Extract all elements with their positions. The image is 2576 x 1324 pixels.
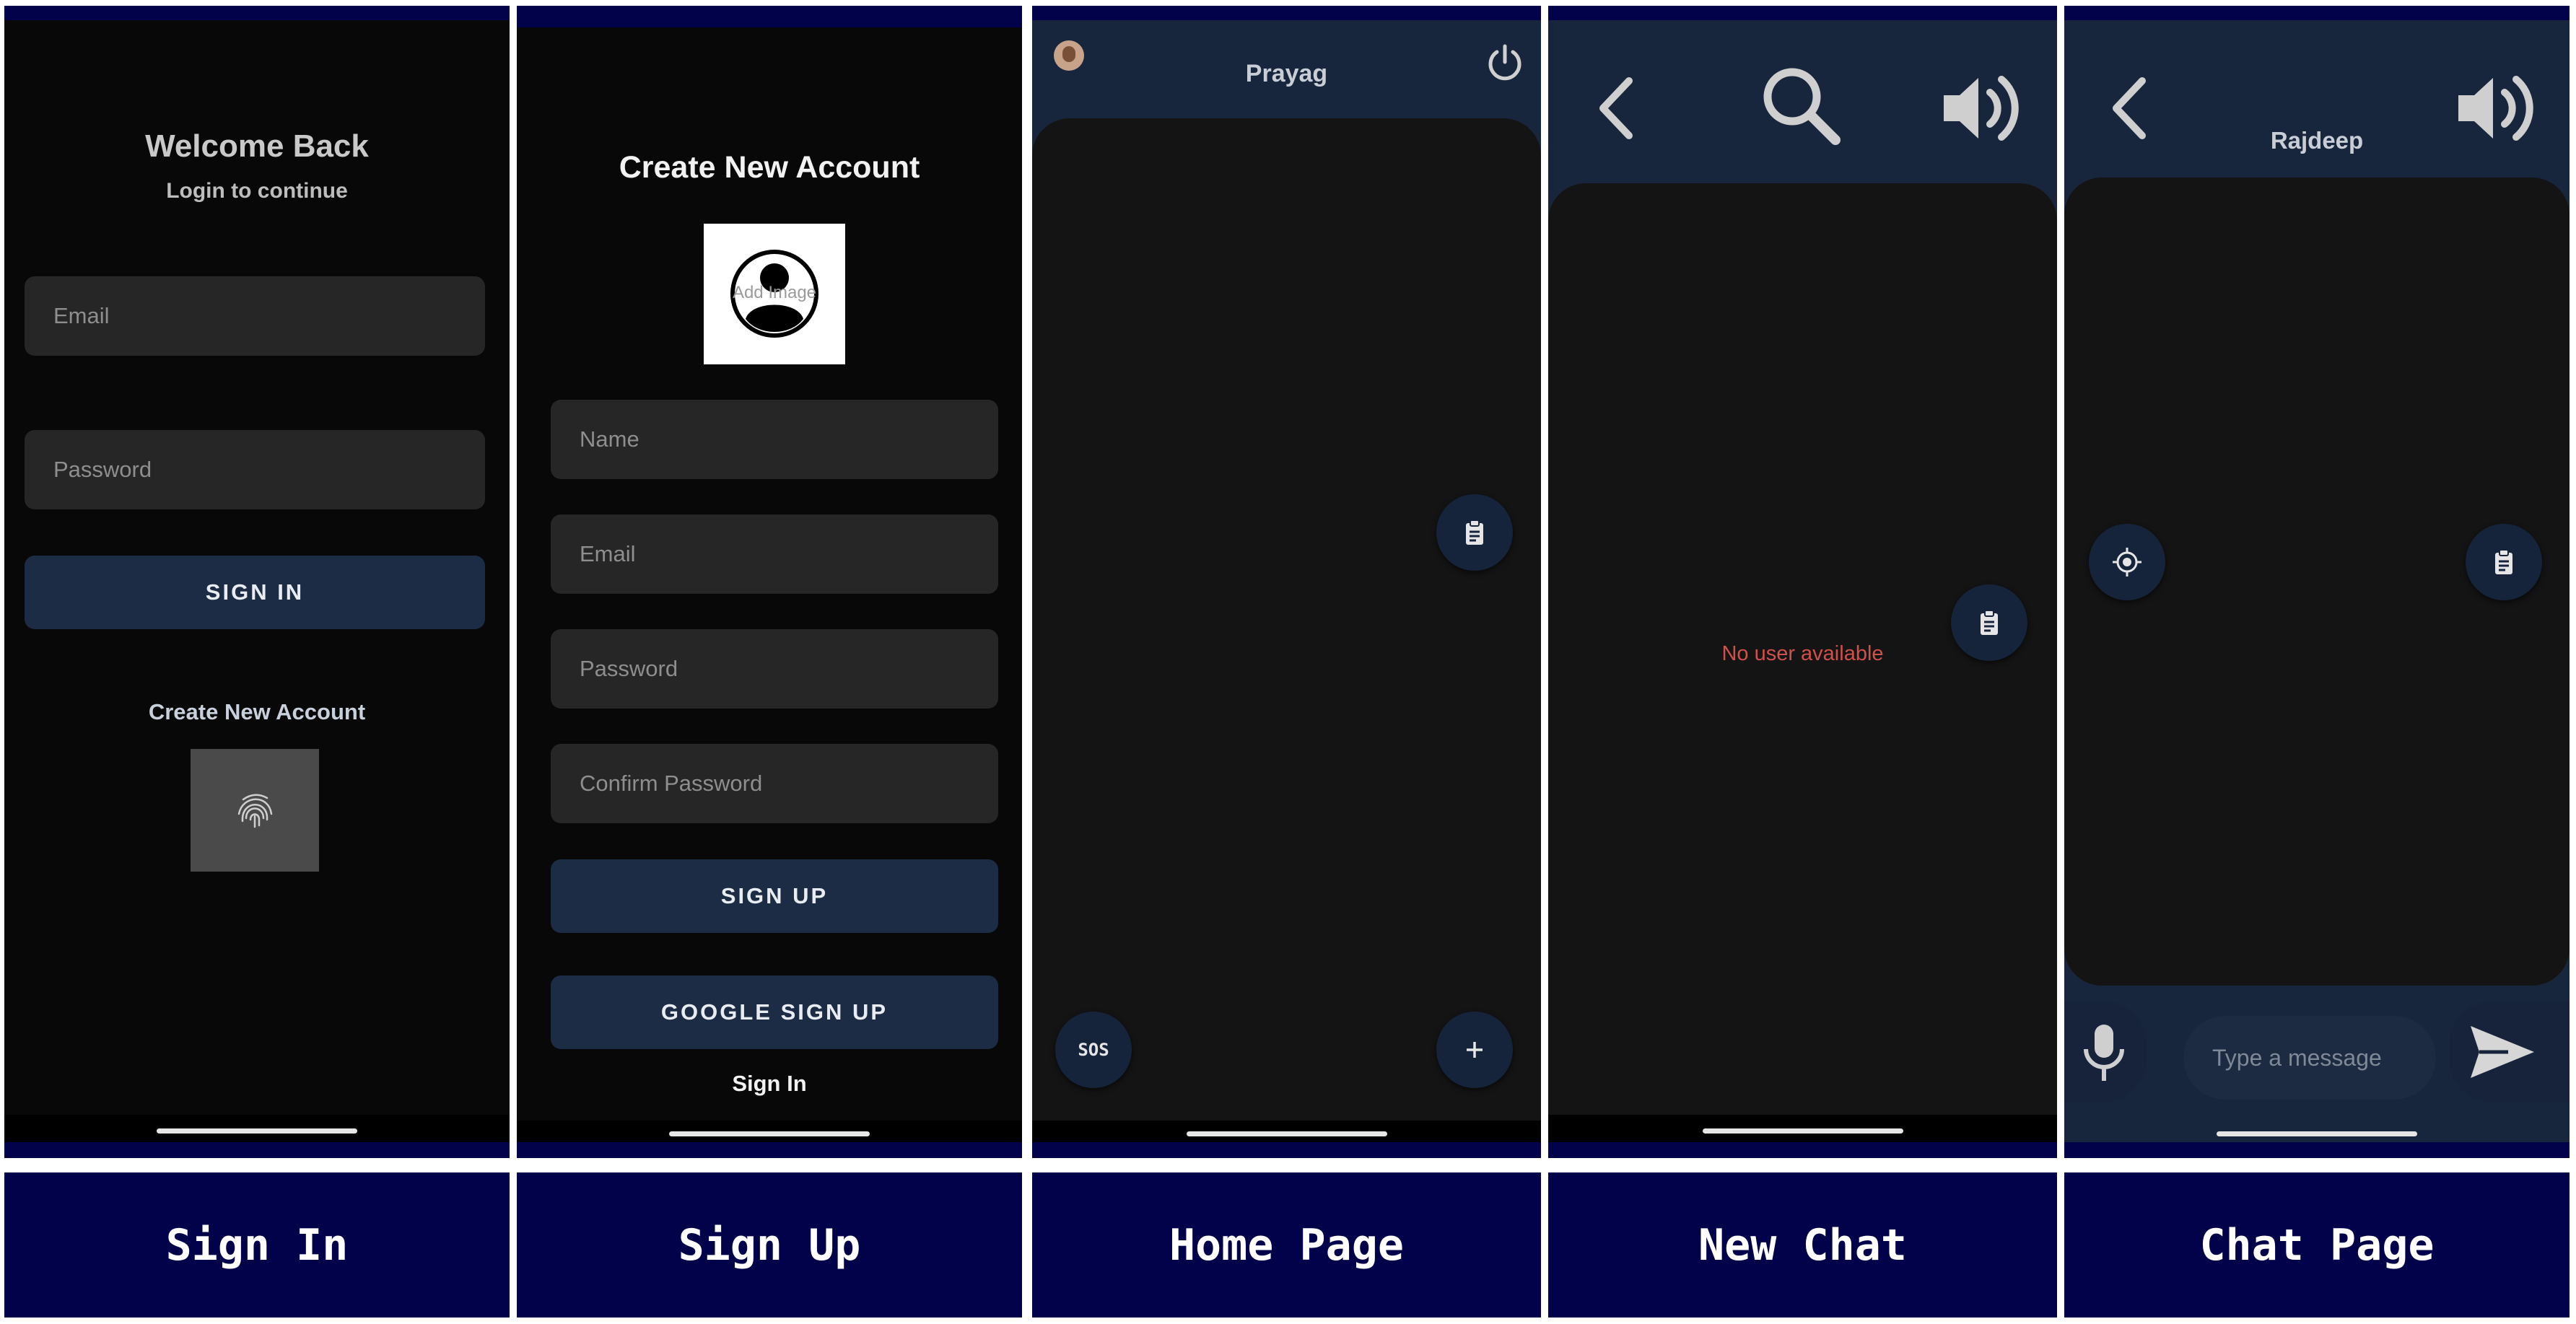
back-icon[interactable] [1592,72,1642,144]
newchat-navbar [1548,1115,2057,1142]
page-subtitle: Login to continue [166,179,348,203]
home-header: Prayag [1032,20,1541,121]
password-placeholder: Password [53,457,152,482]
home-caption: Home Page [1032,1172,1541,1318]
home-chat-list: SOS [1032,118,1541,1142]
home-indicator[interactable] [1702,1128,1903,1134]
email-placeholder: Email [53,303,110,328]
send-icon [2471,1026,2534,1078]
signin-panel: Welcome Back Login to continue Email Pas… [4,6,510,1158]
page-title: Create New Account [619,150,920,185]
sos-button[interactable]: SOS [1055,1012,1132,1088]
email-placeholder: Email [580,541,636,566]
home-panel: Prayag SOS [1032,6,1541,1158]
name-placeholder: Name [580,426,639,452]
clipboard-button[interactable] [1436,494,1513,571]
newchat-header [1548,20,2057,193]
signup-screen: Create New Account Add Image Name Email … [517,27,1022,1142]
chat-navbar [2064,1119,2570,1142]
home-username: Prayag [1245,60,1328,87]
chat-screen: Rajdeep Type a message [2064,20,2570,1142]
home-indicator[interactable] [157,1128,357,1134]
send-button[interactable] [2449,1001,2570,1102]
clipboard-icon [1981,610,1998,635]
fingerprint-icon [237,794,273,828]
name-field[interactable]: Name [551,400,998,479]
clipboard-button[interactable] [1951,584,2027,661]
password-field[interactable]: Password [551,629,998,709]
location-icon [2113,548,2141,576]
message-area [2064,177,2570,986]
signup-panel: Create New Account Add Image Name Email … [517,6,1022,1158]
confirm-password-placeholder: Confirm Password [580,771,763,796]
speaker-icon[interactable] [2453,65,2539,152]
clipboard-icon [2495,549,2512,574]
user-list: No user available [1548,183,2057,1142]
create-account-link[interactable]: Create New Account [4,699,510,725]
search-icon[interactable] [1759,63,1846,150]
home-indicator[interactable] [669,1131,870,1136]
password-placeholder: Password [580,656,678,681]
newchat-screen: No user available [1548,20,2057,1142]
home-navbar [1032,1121,1541,1142]
add-chat-button[interactable] [1436,1012,1513,1088]
signin-button[interactable]: SIGN IN [25,556,485,629]
home-indicator[interactable] [2217,1131,2417,1136]
google-signup-button[interactable]: GOOGLE SIGN UP [551,976,998,1049]
signup-caption: Sign Up [517,1172,1022,1318]
signup-navbar [517,1121,1022,1142]
password-field[interactable]: Password [25,430,485,509]
signup-button[interactable]: SIGN UP [551,859,998,933]
clipboard-button[interactable] [2466,524,2542,600]
add-image-button[interactable]: Add Image [704,224,845,364]
chat-caption: Chat Page [2064,1172,2570,1318]
speaker-icon[interactable] [1938,65,2025,152]
email-field[interactable]: Email [25,276,485,356]
message-placeholder: Type a message [2212,1044,2382,1071]
sos-label: SOS [1078,1040,1109,1060]
confirm-password-field[interactable]: Confirm Password [551,744,998,823]
page-title: Welcome Back [145,128,369,164]
chat-panel: Rajdeep Type a message [2064,6,2570,1158]
newchat-caption: New Chat [1548,1172,2057,1318]
home-screen: Prayag SOS [1032,20,1541,1142]
mic-icon [2084,1025,2124,1081]
chat-header: Rajdeep [2064,20,2570,186]
clipboard-icon [1466,519,1483,545]
message-input[interactable]: Type a message [2183,1016,2436,1100]
email-field[interactable]: Email [551,514,998,594]
signin-link[interactable]: Sign In [517,1071,1022,1097]
mic-button[interactable] [2064,1001,2147,1102]
fingerprint-button[interactable] [191,749,319,872]
home-indicator[interactable] [1186,1131,1387,1136]
newchat-panel: No user available [1548,6,2057,1158]
plus-icon [1467,1042,1483,1058]
signin-navbar [4,1115,510,1142]
signin-screen: Welcome Back Login to continue Email Pas… [4,20,510,1142]
location-button[interactable] [2089,524,2165,600]
add-image-label: Add Image [732,283,817,302]
signin-caption: Sign In [4,1172,510,1318]
power-icon[interactable] [1483,40,1527,84]
